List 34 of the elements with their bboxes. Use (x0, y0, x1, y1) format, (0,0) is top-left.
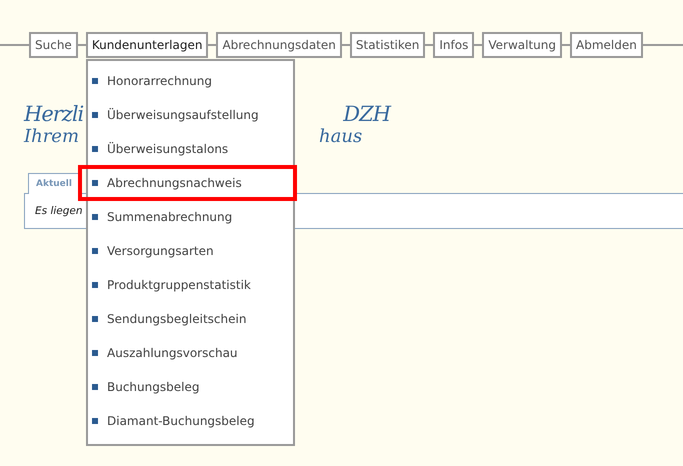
menu-item[interactable]: Überweisungsaufstellung (88, 98, 293, 132)
nav-button[interactable]: Abmelden (570, 32, 643, 58)
greeting-text: DZH (343, 102, 390, 126)
menu-item[interactable]: Abrechnungsnachweis (79, 166, 296, 200)
nav-button[interactable]: Abrechnungsdaten (216, 32, 342, 58)
bullet-icon (92, 112, 98, 118)
menu-item[interactable]: Überweisungstalons (88, 132, 293, 166)
bullet-icon (92, 350, 98, 356)
nav-button[interactable]: Kundenunterlagen (86, 32, 208, 58)
menu-item[interactable]: Honorarrechnung (88, 64, 293, 98)
greeting-text: Ihrem (24, 126, 80, 147)
greeting-text: Herzli (24, 102, 84, 126)
menu-item[interactable]: Buchungsbeleg (88, 370, 293, 404)
menu-item[interactable]: Sendungsbegleitschein (88, 302, 293, 336)
bullet-icon (92, 78, 98, 84)
menu-item[interactable]: Summenabrechnung (88, 200, 293, 234)
bullet-icon (92, 316, 98, 322)
bullet-icon (92, 384, 98, 390)
greeting-text: haus (319, 126, 362, 147)
menu-item[interactable]: Produktgruppenstatistik (88, 268, 293, 302)
nav-button[interactable]: Verwaltung (482, 32, 562, 58)
nav-button[interactable]: Statistiken (350, 32, 426, 58)
bullet-icon (92, 180, 98, 186)
panel-text: Es liegen (34, 205, 83, 217)
bullet-icon (92, 146, 98, 152)
bullet-icon (92, 418, 98, 424)
nav-button[interactable]: Infos (433, 32, 474, 58)
menu-item[interactable]: Diamant-Buchungsbeleg (88, 404, 293, 438)
bullet-icon (92, 282, 98, 288)
bullet-icon (92, 248, 98, 254)
menu-item[interactable]: Versorgungsarten (88, 234, 293, 268)
nav-button[interactable]: Suche (29, 32, 78, 58)
menu-item[interactable]: Auszahlungsvorschau (88, 336, 293, 370)
bullet-icon (92, 214, 98, 220)
